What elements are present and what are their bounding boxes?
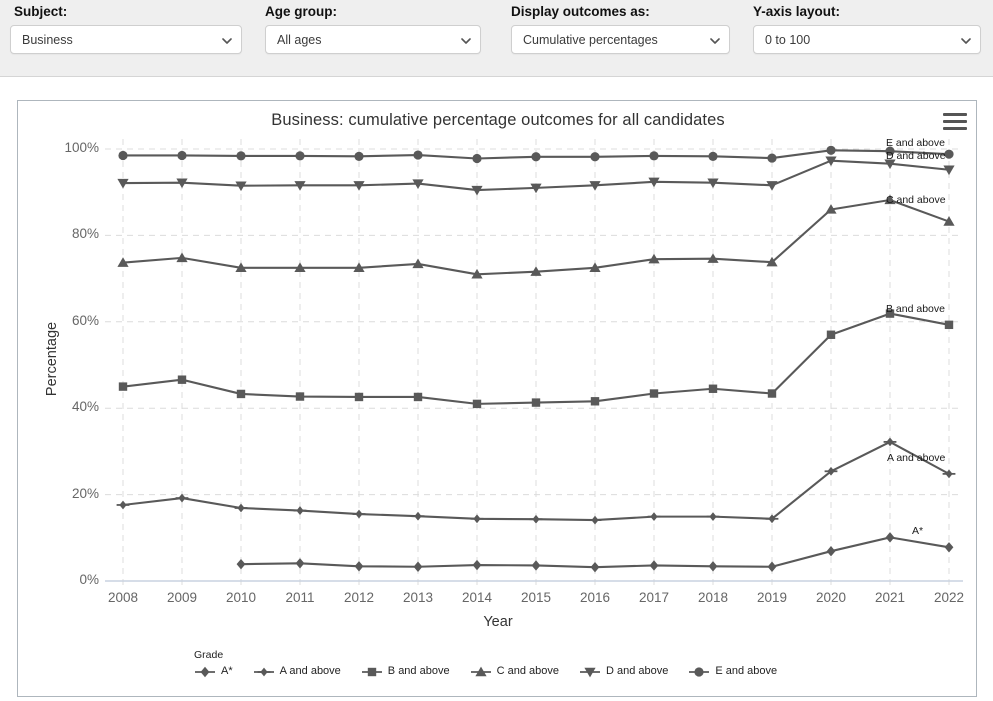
x-axis-tick-label: 2010 — [225, 590, 257, 605]
series-label: A and above — [887, 451, 946, 464]
legend-items: A* A and above B and above C and above D and… — [194, 665, 974, 678]
series-label: D and above — [886, 149, 946, 162]
x-axis-tick-label: 2015 — [520, 590, 552, 605]
x-axis-tick-label: 2011 — [285, 590, 315, 605]
chevron-down-icon — [461, 36, 471, 45]
x-axis-tick-label: 2017 — [638, 590, 670, 605]
legend-marker-icon — [253, 665, 275, 677]
filters-toolbar: Subject: Business Age group: All ages Displa… — [0, 0, 993, 77]
y-axis-tick-label: 100% — [64, 140, 99, 155]
series-label: C and above — [886, 193, 946, 206]
legend-marker-icon — [470, 665, 492, 677]
legend-item-a[interactable]: A* — [194, 665, 233, 678]
x-axis-tick-label: 2009 — [166, 590, 198, 605]
legend-marker-icon — [194, 665, 216, 678]
label-y-axis-layout: Y-axis layout: — [753, 4, 841, 19]
x-axis-title: Year — [483, 614, 513, 630]
control-group-y-axis-layout: Y-axis layout: 0 to 100 — [753, 0, 981, 54]
x-axis-tick-label: 2013 — [402, 590, 434, 605]
legend-label: C and above — [496, 665, 559, 677]
y-axis-tick-label: 0% — [79, 572, 99, 587]
select-value-display-outcomes: Cumulative percentages — [523, 33, 658, 47]
legend-label: D and above — [605, 665, 669, 677]
select-value-y-axis-layout: 0 to 100 — [765, 33, 811, 47]
control-group-age-group: Age group: All ages — [265, 0, 481, 54]
select-subject[interactable]: Business — [10, 25, 242, 54]
x-axis-tick-label: 2016 — [579, 590, 611, 605]
control-group-display-outcomes: Display outcomes as: Cumulative percentag… — [511, 0, 730, 54]
label-subject: Subject: — [14, 4, 68, 19]
label-display-outcomes: Display outcomes as: — [511, 4, 650, 19]
x-axis-tick-label: 2020 — [815, 590, 847, 605]
legend-label: E and above — [715, 665, 778, 677]
legend-label: A and above — [279, 665, 341, 677]
y-axis-tick-label: 40% — [71, 399, 99, 415]
series-label: E and above — [886, 137, 945, 150]
x-axis-tick-label: 2022 — [933, 590, 965, 605]
legend-label: B and above — [387, 665, 450, 677]
x-axis-tick-label: 2008 — [107, 590, 139, 605]
legend-item-b-and-above[interactable]: B and above — [361, 665, 450, 677]
legend-item-e-and-above[interactable]: E and above — [688, 665, 777, 677]
y-axis-tick-label: 60% — [71, 312, 99, 328]
legend-item-d-and-above[interactable]: D and above — [579, 665, 669, 678]
series-label: A* — [912, 525, 924, 538]
y-axis-tick-label: 20% — [71, 485, 99, 501]
legend-item-c-and-above[interactable]: C and above — [470, 665, 559, 677]
select-value-subject: Business — [22, 33, 73, 47]
series-label: B and above — [886, 302, 945, 315]
select-y-axis-layout[interactable]: 0 to 100 — [753, 25, 981, 54]
legend-marker-icon — [688, 665, 710, 677]
chart-panel: Business: cumulative percentage outcomes… — [17, 100, 977, 697]
select-display-outcomes[interactable]: Cumulative percentages — [511, 25, 730, 54]
plot-area: Percentage Year 0% 20% 40% 60% 80% 100% 2008 20… — [18, 101, 978, 698]
legend-label: A* — [221, 665, 233, 677]
legend-marker-icon — [579, 665, 601, 678]
legend-title: Grade — [194, 649, 224, 661]
legend-marker-icon — [361, 665, 383, 677]
chevron-down-icon — [710, 36, 720, 45]
plot-svg — [105, 139, 963, 589]
legend-item-a-and-above[interactable]: A and above — [253, 665, 341, 677]
x-axis-tick-label: 2019 — [756, 590, 788, 605]
select-age-group[interactable]: All ages — [265, 25, 481, 54]
chevron-down-icon — [961, 36, 971, 45]
x-axis-tick-label: 2012 — [343, 590, 375, 605]
label-age-group: Age group: — [265, 4, 337, 19]
chart-legend: Grade A* A and above B and above C and abov… — [194, 649, 974, 678]
y-axis-tick-label: 80% — [71, 226, 99, 242]
x-axis-tick-label: 2014 — [461, 590, 493, 605]
select-value-age-group: All ages — [277, 33, 322, 47]
x-axis-tick-label: 2021 — [874, 590, 906, 605]
control-group-subject: Subject: Business — [10, 0, 242, 54]
x-axis-tick-label: 2018 — [697, 590, 729, 605]
chevron-down-icon — [222, 36, 232, 45]
